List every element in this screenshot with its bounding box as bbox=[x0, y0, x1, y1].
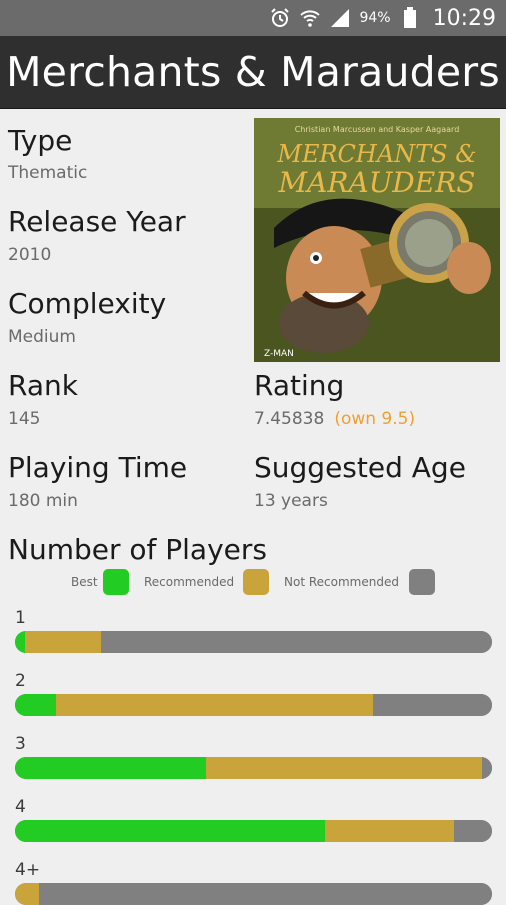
not-recommended-segment bbox=[453, 820, 492, 842]
rank-label: Rank bbox=[8, 369, 78, 402]
legend-recommended-label: Recommended bbox=[144, 575, 235, 589]
release-year-value: 2010 bbox=[8, 245, 52, 265]
player-count-1-label: 1 bbox=[15, 608, 26, 628]
cover-title-line2: MARAUDERS bbox=[278, 166, 476, 199]
legend-not-recommended-label: Not Recommended bbox=[284, 575, 399, 589]
player-count-3-bar bbox=[15, 757, 492, 779]
rating-value: 7.45838 bbox=[254, 409, 325, 429]
player-count-4plus-bar bbox=[15, 883, 492, 905]
playing-time-label: Playing Time bbox=[8, 451, 188, 484]
complexity-label: Complexity bbox=[8, 287, 167, 320]
legend-not-recommended-swatch bbox=[409, 569, 435, 595]
best-segment bbox=[15, 820, 326, 842]
best-segment bbox=[15, 631, 25, 653]
recommended-segment bbox=[24, 631, 101, 653]
player-count-4-label: 4 bbox=[15, 797, 26, 817]
number-of-players-title: Number of Players bbox=[8, 533, 267, 566]
legend-best-swatch bbox=[103, 569, 129, 595]
type-label: Type bbox=[8, 124, 73, 157]
cover-subtitle: Christian Marcussen and Kasper Aagaard bbox=[295, 125, 460, 134]
complexity-value: Medium bbox=[8, 327, 76, 347]
legend-recommended-swatch bbox=[243, 569, 269, 595]
recommended-segment bbox=[205, 757, 483, 779]
battery-percent: 94% bbox=[359, 10, 391, 26]
playing-time-value: 180 min bbox=[8, 491, 78, 511]
page-title: Merchants & Marauders bbox=[6, 48, 500, 96]
best-segment bbox=[15, 757, 206, 779]
player-count-2-label: 2 bbox=[15, 671, 26, 691]
status-bar: 94% 10:29 bbox=[0, 0, 506, 36]
clock: 10:29 bbox=[432, 5, 496, 31]
not-recommended-segment bbox=[372, 694, 492, 716]
cover-art-icon: MERCHANTS & MARAUDERS Christian Marcusse… bbox=[254, 118, 500, 362]
suggested-age-label: Suggested Age bbox=[254, 451, 466, 484]
release-year-label: Release Year bbox=[8, 205, 186, 238]
player-count-2-bar bbox=[15, 694, 492, 716]
own-rating: (own 9.5) bbox=[334, 409, 416, 429]
not-recommended-segment bbox=[482, 757, 492, 779]
type-value: Thematic bbox=[8, 163, 88, 183]
rank-value: 145 bbox=[8, 409, 41, 429]
recommended-segment bbox=[55, 694, 373, 716]
app-bar: Merchants & Marauders bbox=[0, 36, 506, 109]
suggested-age-value: 13 years bbox=[254, 491, 328, 511]
player-count-4-bar bbox=[15, 820, 492, 842]
alarm-icon bbox=[269, 7, 291, 29]
battery-icon bbox=[399, 7, 421, 29]
game-cover-image[interactable]: MERCHANTS & MARAUDERS Christian Marcusse… bbox=[254, 118, 500, 362]
recommended-segment bbox=[325, 820, 454, 842]
best-segment bbox=[15, 694, 56, 716]
legend-best-label: Best bbox=[71, 575, 98, 589]
not-recommended-segment bbox=[100, 631, 492, 653]
player-count-4plus-label: 4+ bbox=[15, 860, 41, 880]
rating-value-row: 7.45838 (own 9.5) bbox=[254, 409, 415, 429]
cover-publisher: Z-MAN bbox=[264, 349, 294, 359]
player-count-3-label: 3 bbox=[15, 734, 26, 754]
rating-label: Rating bbox=[254, 369, 345, 402]
wifi-icon bbox=[299, 7, 321, 29]
player-count-1-bar bbox=[15, 631, 492, 653]
not-recommended-segment bbox=[38, 883, 492, 905]
status-icons: 94% 10:29 bbox=[269, 0, 496, 36]
cover-title-line1: MERCHANTS & bbox=[276, 140, 476, 168]
players-legend: Best Recommended Not Recommended bbox=[0, 567, 506, 597]
recommended-segment bbox=[15, 883, 39, 905]
signal-icon bbox=[329, 7, 351, 29]
